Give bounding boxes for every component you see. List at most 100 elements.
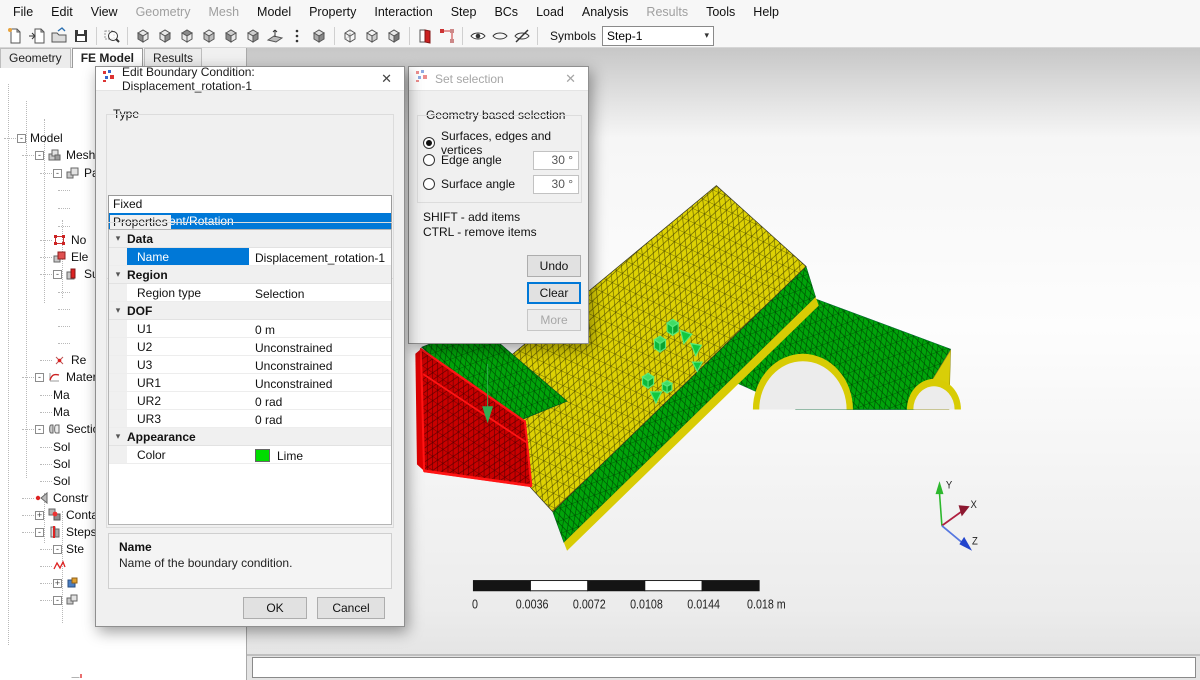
collapse-icon[interactable]: - — [53, 168, 62, 178]
tree-item-materi[interactable]: - Materi — [22, 369, 99, 385]
grid-row-value[interactable]: Unconstrained — [249, 356, 391, 373]
view-normal-plane-icon[interactable] — [264, 25, 286, 47]
menu-geometry[interactable]: Geometry — [127, 2, 200, 22]
radio-surface-angle[interactable]: Surface angle — [423, 177, 515, 191]
grid-section-data[interactable]: ▾ Data — [109, 230, 391, 248]
tree-item-no[interactable]: No — [40, 232, 86, 248]
menu-model[interactable]: Model — [248, 2, 300, 22]
tree-item-ele[interactable]: Ele — [40, 249, 88, 265]
grid-section-appearance[interactable]: ▾ Appearance — [109, 428, 391, 446]
tree-item[interactable] — [58, 301, 71, 317]
menu-load[interactable]: Load — [527, 2, 573, 22]
grid-row-value[interactable]: Unconstrained — [249, 338, 391, 355]
tree-item-ma[interactable]: Ma — [40, 404, 70, 420]
menu-interaction[interactable]: Interaction — [365, 2, 441, 22]
grid-row-ur1[interactable]: UR1 Unconstrained — [109, 374, 391, 392]
angle-field[interactable]: 30 ° — [533, 175, 579, 194]
solid-view-icon[interactable] — [361, 25, 383, 47]
grid-row-u3[interactable]: U3 Unconstrained — [109, 356, 391, 374]
step-selector[interactable]: Step-1 ▾ — [602, 25, 715, 46]
dialog-title-bar[interactable]: Set selection ✕ — [409, 67, 588, 91]
tree-item-conta[interactable]: + Conta — [22, 507, 98, 523]
tree-item-sol[interactable]: Sol — [40, 456, 70, 472]
menu-mesh[interactable]: Mesh — [199, 2, 248, 22]
grid-row-color[interactable]: Color Lime — [109, 446, 391, 464]
collapse-icon[interactable]: - — [17, 133, 26, 143]
grid-row-u2[interactable]: U2 Unconstrained — [109, 338, 391, 356]
view-right-icon[interactable] — [242, 25, 264, 47]
tree-item-sectio[interactable]: - Sectio — [22, 421, 99, 437]
view-isometric-icon[interactable] — [308, 25, 330, 47]
grid-section-region[interactable]: ▾ Region — [109, 266, 391, 284]
undo-button[interactable]: Undo — [527, 255, 581, 277]
collapse-icon[interactable]: - — [53, 544, 62, 554]
grid-row-u1[interactable]: U1 0 m — [109, 320, 391, 338]
view-rotate-dots-icon[interactable] — [286, 25, 308, 47]
tree-item-re[interactable]: Re — [40, 352, 86, 368]
grid-row-value[interactable]: Displacement_rotation-1 — [249, 248, 391, 265]
tree-item[interactable] — [58, 318, 71, 334]
hide-items-icon[interactable] — [511, 25, 533, 47]
zoom-region-icon[interactable] — [101, 25, 123, 47]
tree-item[interactable] — [40, 558, 71, 574]
grid-row-value[interactable]: Unconstrained — [249, 374, 391, 391]
tab-geometry[interactable]: Geometry — [0, 48, 71, 68]
angle-field[interactable]: 30 ° — [533, 151, 579, 170]
new-file-icon[interactable] — [4, 25, 26, 47]
tree-item-sol[interactable]: Sol — [40, 473, 70, 489]
import-file-icon[interactable] — [26, 25, 48, 47]
grid-row-ur2[interactable]: UR2 0 rad — [109, 392, 391, 410]
tree-item[interactable] — [58, 335, 71, 351]
dialog-title-bar[interactable]: Edit Boundary Condition: Displacement_ro… — [96, 65, 404, 93]
view-left-icon[interactable] — [220, 25, 242, 47]
tree-item[interactable] — [58, 182, 71, 198]
radio-icon[interactable] — [423, 178, 435, 190]
menu-tools[interactable]: Tools — [697, 2, 744, 22]
tree-item-mesh[interactable]: - Mesh — [22, 147, 95, 163]
tree-item[interactable] — [58, 284, 71, 300]
tree-item-constr[interactable]: Constr — [22, 490, 88, 506]
color-swatch[interactable] — [255, 449, 270, 462]
view-top-icon[interactable] — [176, 25, 198, 47]
collapse-icon[interactable]: - — [35, 527, 44, 537]
tree-item-su[interactable]: - Su — [40, 266, 99, 282]
expand-icon[interactable]: + — [53, 578, 62, 588]
grid-row-value[interactable]: 0 m — [249, 320, 391, 337]
menu-analysis[interactable]: Analysis — [573, 2, 638, 22]
tree-item[interactable] — [58, 672, 89, 678]
collapse-icon[interactable]: - — [35, 150, 44, 160]
grid-row-value[interactable]: Selection — [249, 284, 391, 301]
tree-item-ma[interactable]: Ma — [40, 387, 70, 403]
model-edit-icon[interactable] — [414, 25, 436, 47]
regenerate-tree-icon[interactable] — [436, 25, 458, 47]
tree-item-steps[interactable]: - Steps ( — [22, 524, 104, 540]
open-file-icon[interactable] — [48, 25, 70, 47]
view-back-icon[interactable] — [154, 25, 176, 47]
tree-item[interactable]: + — [40, 575, 84, 591]
grid-row-value[interactable]: 0 rad — [249, 410, 391, 427]
menu-results[interactable]: Results — [637, 2, 697, 22]
ok-button[interactable]: OK — [243, 597, 307, 619]
tree-item[interactable] — [58, 200, 71, 216]
cancel-button[interactable]: Cancel — [317, 597, 385, 619]
tree-item-model[interactable]: - Model — [4, 130, 63, 146]
grid-row-region-type[interactable]: Region type Selection — [109, 284, 391, 302]
collapse-icon[interactable]: - — [53, 595, 62, 605]
tree-item-ste[interactable]: - Ste — [40, 541, 84, 557]
save-file-icon[interactable] — [70, 25, 92, 47]
section-view-icon[interactable] — [383, 25, 405, 47]
radio-icon[interactable] — [423, 154, 435, 166]
collapse-icon[interactable]: - — [35, 372, 44, 382]
collapse-icon[interactable]: - — [53, 269, 62, 279]
grid-row-value[interactable]: 0 rad — [249, 392, 391, 409]
grid-row-name[interactable]: Name Displacement_rotation-1 — [109, 248, 391, 266]
radio-edge-angle[interactable]: Edge angle — [423, 153, 502, 167]
menu-file[interactable]: File — [4, 2, 42, 22]
tree-item-pa[interactable]: - Pa — [40, 165, 99, 181]
close-icon[interactable]: ✕ — [375, 71, 398, 87]
menu-bcs[interactable]: BCs — [485, 2, 527, 22]
menu-help[interactable]: Help — [744, 2, 788, 22]
radio-icon[interactable] — [423, 137, 435, 149]
collapse-icon[interactable]: - — [35, 424, 44, 434]
tree-item[interactable]: - — [40, 592, 84, 608]
